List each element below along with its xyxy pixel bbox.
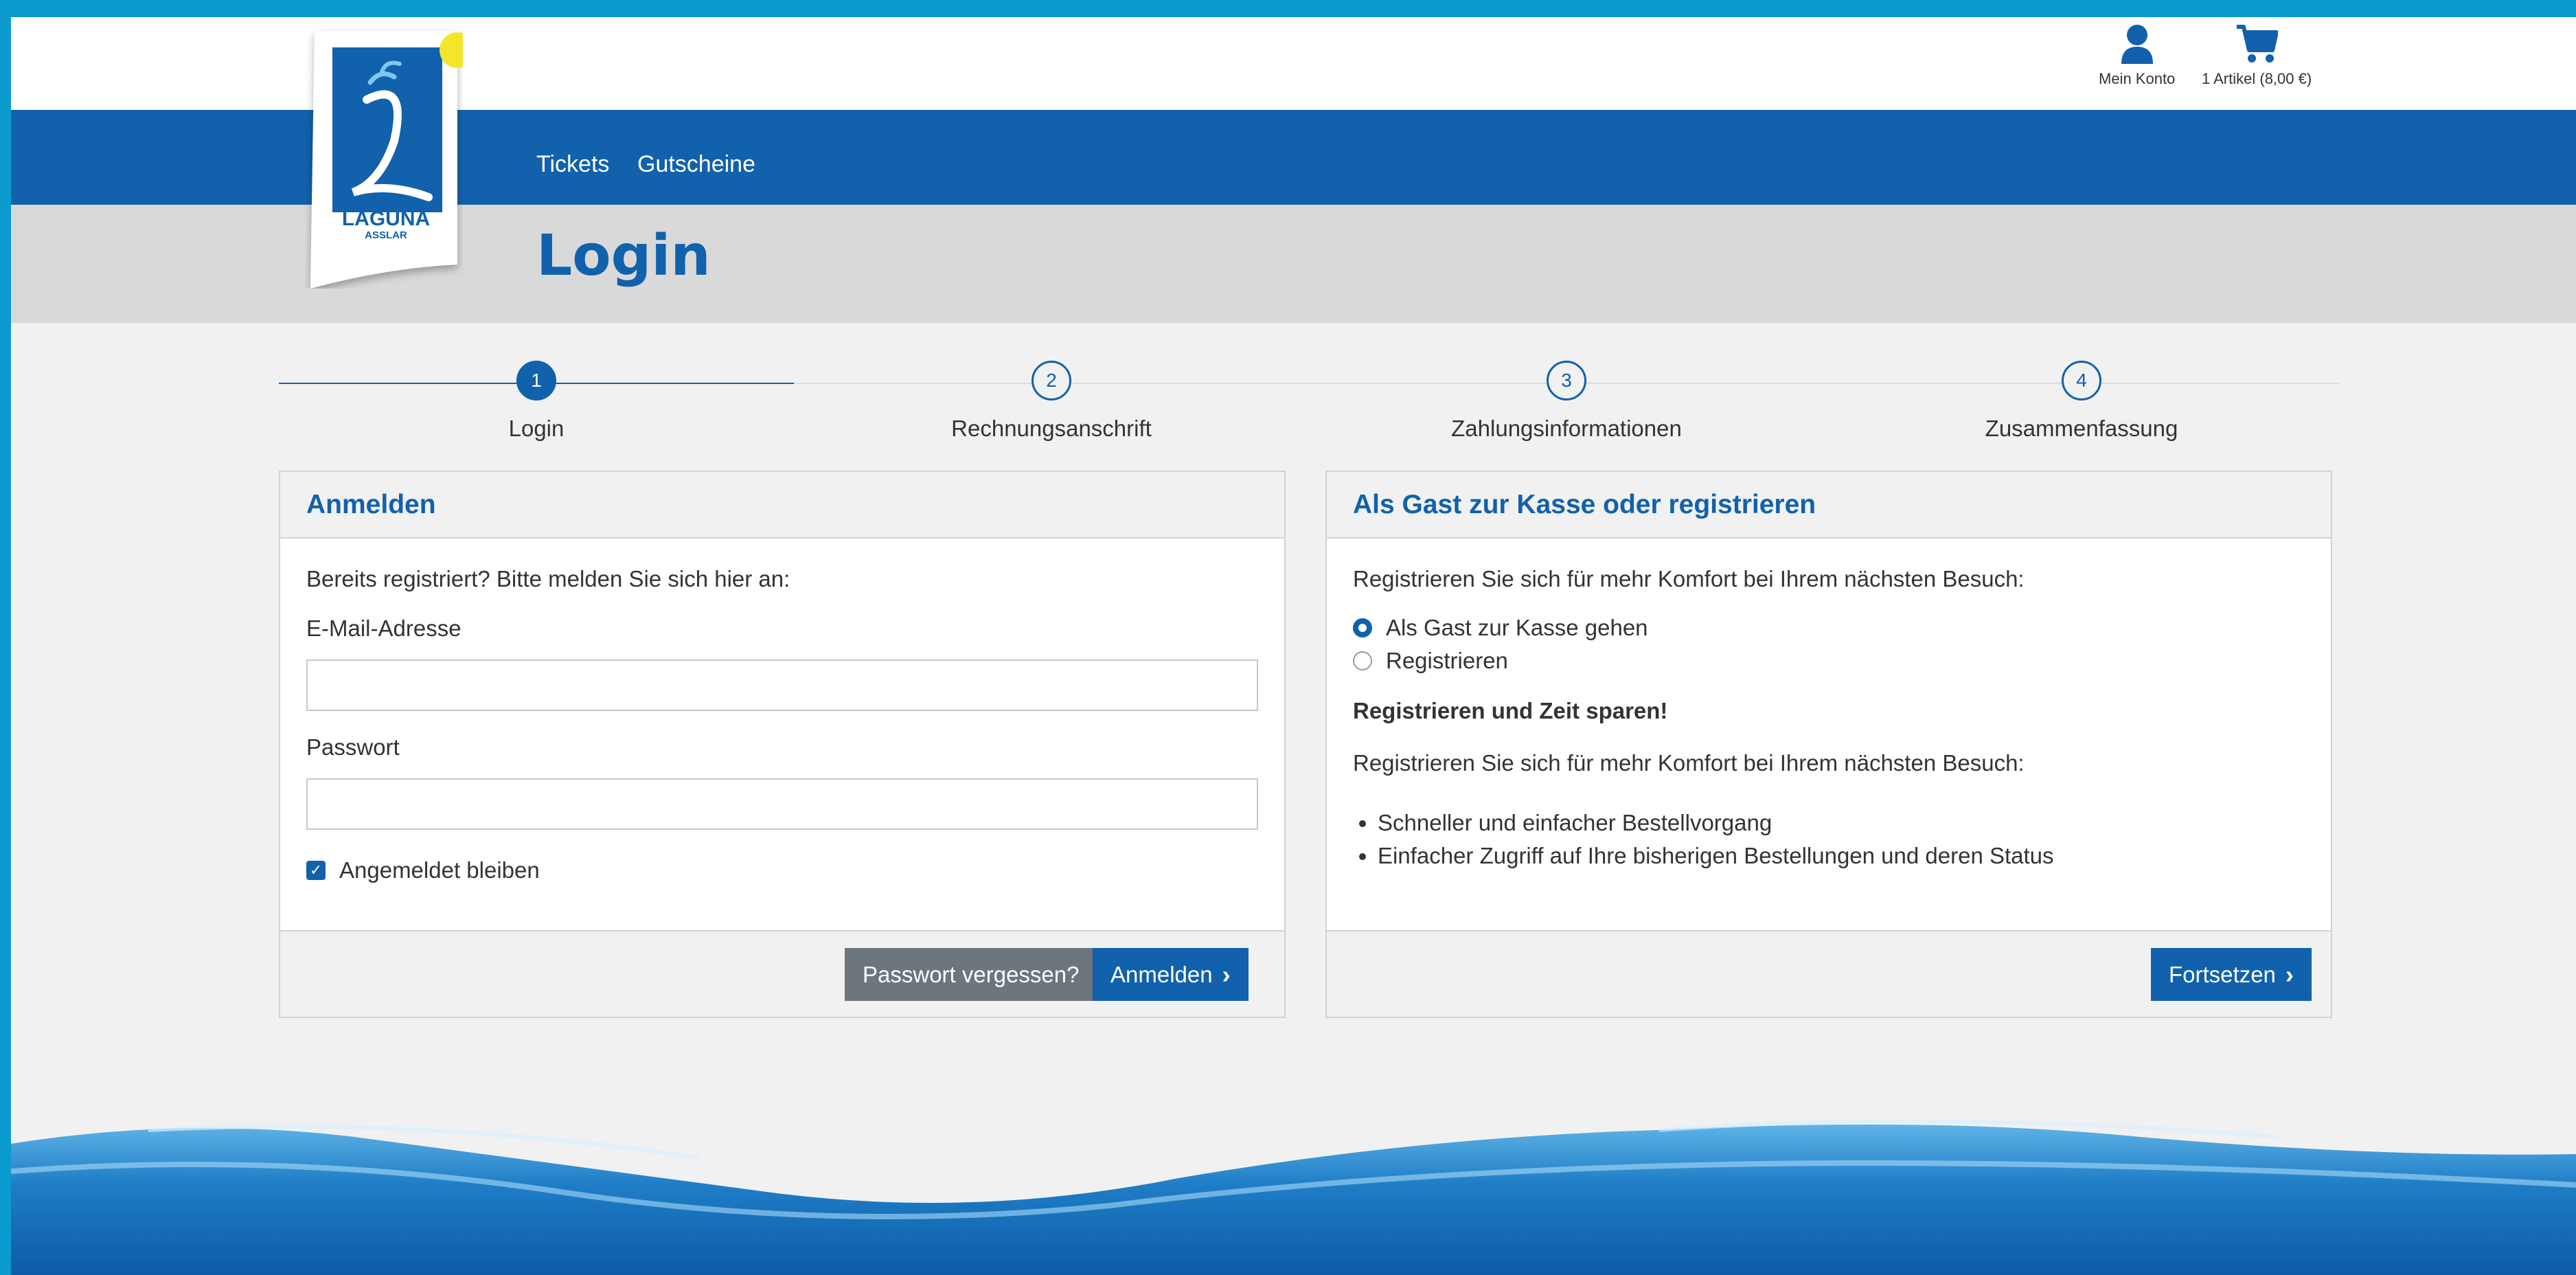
password-label: Passwort: [306, 734, 400, 760]
nav-link-gutscheine[interactable]: Gutscheine: [637, 151, 755, 178]
guest-intro: Registrieren Sie sich für mehr Komfort b…: [1353, 566, 2025, 591]
email-field[interactable]: [306, 659, 1258, 711]
person-icon: [2120, 25, 2154, 67]
remember-me-checkbox[interactable]: ✓: [306, 861, 326, 880]
step-label: Rechnungsanschrift: [951, 416, 1152, 441]
guest-panel: Als Gast zur Kasse oder registrieren Reg…: [1325, 471, 2332, 1018]
step-label: Login: [508, 416, 565, 441]
password-field[interactable]: [306, 778, 1258, 830]
continue-button[interactable]: Fortsetzen ›: [2151, 948, 2312, 1001]
save-time-heading: Registrieren und Zeit sparen!: [1353, 698, 1668, 723]
chevron-right-icon: ›: [2285, 960, 2294, 989]
radio-label: Als Gast zur Kasse gehen: [1386, 615, 1648, 640]
logo[interactable]: LAGUNA ASSLAR: [305, 17, 475, 289]
list-item: Einfacher Zugriff auf Ihre bisherigen Be…: [1378, 839, 2305, 872]
login-intro: Bereits registriert? Bitte melden Sie si…: [306, 566, 790, 591]
step-payment: 3 Zahlungsinformationen: [1360, 361, 1773, 442]
account-label: Mein Konto: [2099, 70, 2176, 87]
step-login: 1 Login: [330, 361, 742, 442]
cart-label: 1 Artikel (8,00 €): [2202, 70, 2312, 87]
cart-link[interactable]: 1 Artikel (8,00 €): [2202, 24, 2312, 88]
feature-list: Schneller und einfacher Bestellvorgang E…: [1353, 806, 2305, 872]
remember-me-label: Angemeldet bleiben: [339, 857, 540, 883]
radio-guest-checkout[interactable]: Als Gast zur Kasse gehen: [1353, 611, 2305, 644]
guest-panel-title: Als Gast zur Kasse oder registrieren: [1353, 489, 1816, 519]
page-title: Login: [536, 223, 711, 289]
chevron-right-icon: ›: [1222, 960, 1231, 989]
step-number: 3: [1547, 361, 1586, 400]
account-link[interactable]: Mein Konto: [2099, 24, 2175, 88]
save-time-text: Registrieren Sie sich für mehr Komfort b…: [1353, 750, 2025, 776]
list-item: Schneller und einfacher Bestellvorgang: [1378, 806, 2305, 839]
checkout-stepper: 1 Login 2 Rechnungsanschrift 3 Zahlungsi…: [279, 361, 2339, 457]
logo-text: LAGUNA: [342, 207, 430, 230]
login-button[interactable]: Anmelden ›: [1093, 948, 1249, 1001]
login-button-label: Anmelden: [1110, 961, 1213, 987]
radio-button[interactable]: [1353, 651, 1372, 670]
guest-panel-header: Als Gast zur Kasse oder registrieren: [1327, 472, 2331, 539]
step-label: Zusammenfassung: [1985, 416, 2178, 441]
step-summary: 4 Zusammenfassung: [1876, 361, 2288, 442]
nav-link-tickets[interactable]: Tickets: [536, 151, 609, 178]
logo-subtext: ASSLAR: [365, 229, 407, 241]
step-number: 4: [2062, 361, 2101, 400]
remember-me-row[interactable]: ✓ Angemeldet bleiben: [306, 857, 1258, 883]
forgot-password-button[interactable]: Passwort vergessen?: [845, 948, 1097, 1001]
water-decoration: [11, 1089, 2576, 1275]
radio-register[interactable]: Registrieren: [1353, 644, 2305, 677]
cart-icon: [2235, 25, 2279, 67]
forgot-password-label: Passwort vergessen?: [863, 961, 1080, 987]
login-panel: Anmelden Bereits registriert? Bitte meld…: [279, 471, 1286, 1018]
step-number: 2: [1031, 361, 1071, 400]
login-panel-title: Anmelden: [306, 489, 436, 519]
radio-button[interactable]: [1353, 618, 1372, 638]
guest-panel-footer: Fortsetzen ›: [1327, 930, 2331, 1017]
step-billing: 2 Rechnungsanschrift: [845, 361, 1257, 442]
login-panel-header: Anmelden: [280, 472, 1284, 539]
email-label: E-Mail-Adresse: [306, 616, 461, 641]
step-label: Zahlungsinformationen: [1451, 416, 1682, 441]
login-panel-footer: Passwort vergessen? Anmelden ›: [280, 930, 1284, 1017]
step-number: 1: [516, 361, 556, 400]
continue-button-label: Fortsetzen: [2169, 961, 2276, 987]
radio-label: Registrieren: [1386, 648, 1508, 673]
page-frame: Tickets Gutscheine Login LAGUNA ASSLAR M…: [11, 17, 2576, 1275]
